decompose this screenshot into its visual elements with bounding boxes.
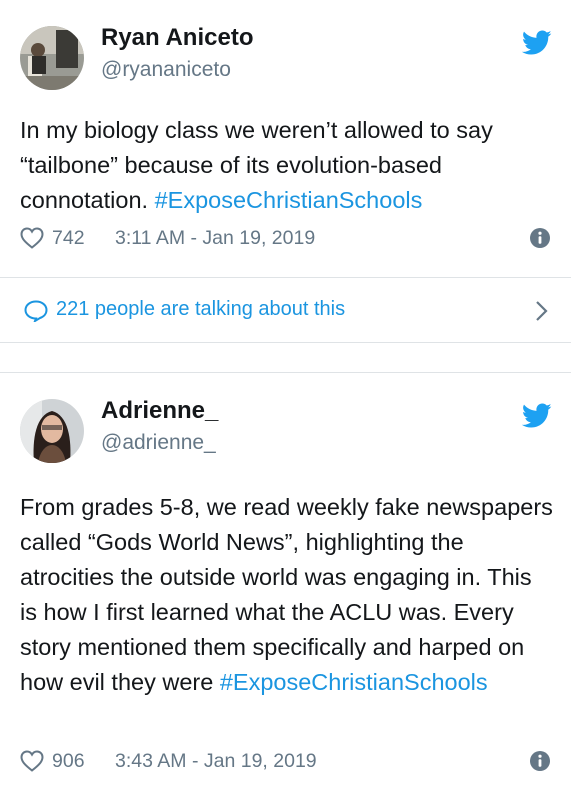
hashtag-link[interactable]: #ExposeChristianSchools [155, 187, 423, 213]
display-name[interactable]: Ryan Aniceto [101, 24, 253, 52]
conversation-label[interactable]: 221 people are talking about this [56, 298, 345, 321]
user-handle[interactable]: @adrienne_ [101, 431, 216, 455]
twitter-bird-icon[interactable] [522, 30, 552, 56]
tweet-timestamp[interactable]: 3:43 AM - Jan 19, 2019 [115, 750, 317, 773]
tweet-timestamp[interactable]: 3:11 AM - Jan 19, 2019 [115, 227, 315, 250]
tweet-card[interactable]: Adrienne_ @adrienne_ From grades 5-8, we… [0, 372, 571, 800]
tweet-header: Ryan Aniceto @ryananiceto [0, 0, 571, 96]
tweet-header: Adrienne_ @adrienne_ [0, 373, 571, 469]
twitter-bird-icon[interactable] [522, 403, 552, 429]
like-count[interactable]: 742 [52, 227, 85, 250]
info-icon[interactable] [529, 750, 551, 772]
tweet-meta: 906 3:43 AM - Jan 19, 2019 [20, 748, 551, 778]
heart-icon[interactable] [20, 750, 44, 772]
tweet-separator [0, 343, 571, 373]
tweet-card[interactable]: Ryan Aniceto @ryananiceto In my biology … [0, 0, 571, 277]
like-count[interactable]: 906 [52, 750, 85, 773]
info-icon[interactable] [529, 227, 551, 249]
display-name[interactable]: Adrienne_ [101, 397, 218, 425]
chevron-right-icon[interactable] [533, 299, 549, 323]
speech-bubble-icon [24, 300, 48, 322]
tweet-text: From grades 5-8, we read weekly fake new… [20, 490, 555, 700]
tweet-text-content: From grades 5-8, we read weekly fake new… [20, 494, 553, 695]
tweet-meta: 742 3:11 AM - Jan 19, 2019 [20, 225, 551, 255]
avatar[interactable] [20, 399, 84, 463]
heart-icon[interactable] [20, 227, 44, 249]
avatar[interactable] [20, 26, 84, 90]
tweet-text: In my biology class we weren’t allowed t… [20, 113, 555, 218]
hashtag-link[interactable]: #ExposeChristianSchools [220, 669, 488, 695]
conversation-link[interactable]: 221 people are talking about this [0, 277, 571, 343]
user-handle[interactable]: @ryananiceto [101, 58, 231, 82]
